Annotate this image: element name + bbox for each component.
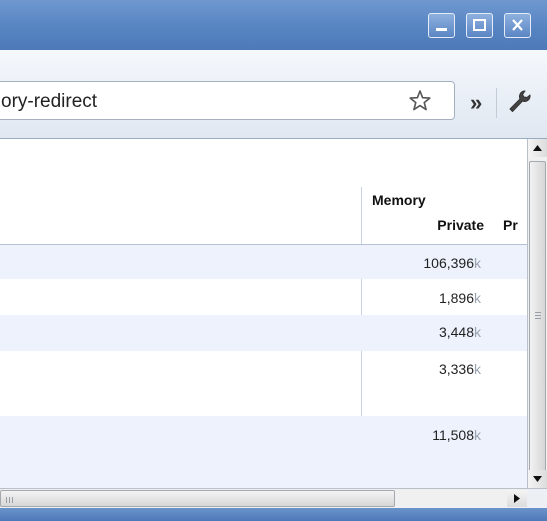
close-button[interactable] — [504, 13, 531, 38]
table-row[interactable]: 3,448k — [0, 315, 527, 351]
maximize-icon — [473, 19, 486, 31]
right-arrow-icon — [514, 494, 520, 503]
table-row[interactable]: 1,896k — [0, 279, 527, 315]
private-memory-value: 1,896k — [438, 290, 481, 306]
maximize-button[interactable] — [466, 13, 493, 38]
header-memory: Memory — [372, 192, 426, 208]
grip-line — [535, 312, 541, 313]
window-frame-bottom — [0, 508, 547, 521]
task-manager-table: Memory Private Pr 106,396k 1,896k 3,448k… — [0, 139, 527, 488]
scroll-down-button[interactable] — [528, 470, 547, 488]
horizontal-scroll-thumb[interactable] — [0, 490, 395, 507]
header-pr[interactable]: Pr — [503, 217, 518, 233]
grip-line — [535, 315, 541, 316]
minimize-button[interactable] — [428, 13, 455, 38]
private-memory-value: 11,508k — [432, 427, 481, 443]
grip-line — [6, 497, 7, 503]
url-text[interactable]: ory-redirect — [1, 91, 97, 113]
vertical-scroll-thumb[interactable] — [529, 161, 546, 481]
table-row[interactable]: 106,396k — [0, 245, 527, 279]
vertical-scrollbar[interactable] — [527, 139, 547, 488]
minimize-icon — [436, 28, 447, 31]
horizontal-scrollbar[interactable] — [0, 488, 547, 508]
grip-line — [535, 318, 541, 319]
scrollbar-corner — [527, 489, 547, 508]
private-memory-value: 3,336k — [438, 361, 481, 377]
browser-toolbar: ory-redirect » — [0, 50, 547, 139]
table-row[interactable]: 11,508k — [0, 416, 527, 452]
star-icon[interactable] — [408, 89, 432, 118]
private-memory-value: 3,448k — [438, 324, 481, 340]
table-row[interactable] — [0, 452, 527, 488]
grip-line — [12, 497, 13, 503]
scroll-up-button[interactable] — [528, 139, 547, 157]
window-title-bar — [0, 0, 547, 50]
private-memory-value: 106,396k — [423, 255, 481, 271]
wrench-icon[interactable] — [505, 86, 535, 121]
down-arrow-icon — [533, 476, 542, 482]
table-row[interactable]: 3,336k — [0, 351, 527, 416]
up-arrow-icon — [533, 145, 542, 151]
grip-line — [9, 497, 10, 503]
more-bookmarks-button[interactable]: » — [470, 90, 482, 116]
header-private[interactable]: Private — [372, 217, 484, 233]
toolbar-separator — [496, 88, 497, 118]
scroll-right-button[interactable] — [507, 490, 527, 507]
close-icon — [512, 19, 523, 31]
address-bar[interactable]: ory-redirect — [0, 81, 455, 120]
